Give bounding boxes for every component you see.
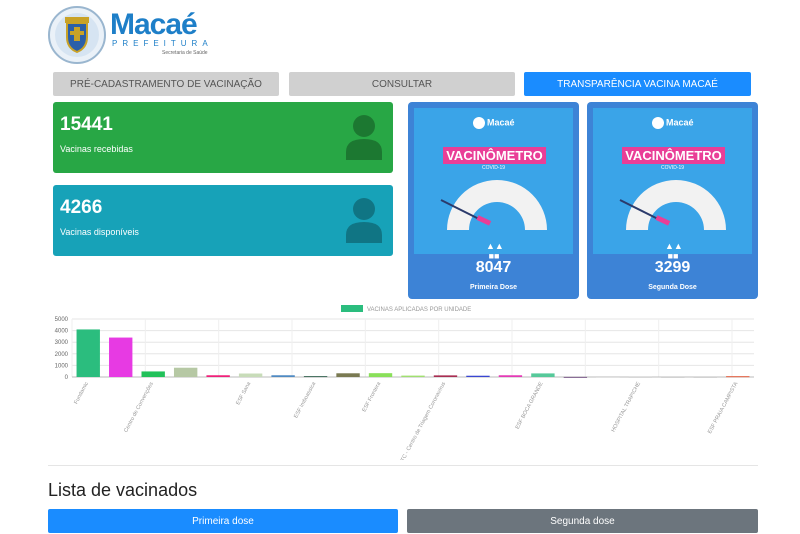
bar <box>433 375 458 377</box>
brand-department: Secretaria de Saúde <box>162 50 208 56</box>
vaccines-available-label: Vacinas disponíveis <box>60 227 139 237</box>
bar <box>498 375 523 377</box>
bar <box>238 373 263 377</box>
vaccinometer-panel: Macaé VACINÔMETRO COVID-19 ▲▲ ■■ <box>593 108 752 261</box>
vaccines-by-unit-chart: VACINAS APLICADAS POR UNIDADE 0 1000 2000 30… <box>55 305 754 460</box>
vaccinated-list-title: Lista de vacinados <box>48 480 198 500</box>
bar <box>628 376 653 378</box>
y-tick-label: 3000 <box>55 340 69 346</box>
x-tick-label: ESF Imboassica <box>293 380 318 419</box>
top-tabs: PRÉ-CADASTRAMENTO DE VACINAÇÃO CONSULTAR… <box>53 72 758 96</box>
x-tick-label: Fundamic <box>73 381 90 405</box>
vaccinometer-subtitle: COVID-19 <box>481 165 506 171</box>
person-icon <box>346 115 382 160</box>
macae-logo: Macaé <box>652 117 694 131</box>
bar <box>109 337 133 377</box>
y-tick-label: 0 <box>65 375 69 381</box>
vaccines-received-value: 15441 <box>60 114 113 135</box>
vaccinometer-panel: Macaé VACINÔMETRO COVID-19 ▲▲ ■■ <box>414 108 573 261</box>
legend-swatch <box>341 305 363 312</box>
bar <box>271 375 295 377</box>
vaccines-available-card: 4266 Vacinas disponíveis <box>53 185 393 256</box>
x-tick-label: HOSPITAL TRAPICHE <box>611 381 643 433</box>
bar <box>76 329 100 377</box>
first-dose-button[interactable]: Primeira dose <box>48 509 398 533</box>
people-icon: ▲▲ ■■ <box>665 241 683 261</box>
y-tick-label: 1000 <box>55 363 69 369</box>
vaccinometer-badge: VACINÔMETRO <box>622 147 725 164</box>
bar <box>693 376 717 378</box>
bar <box>726 376 750 378</box>
second-dose-label: Segunda Dose <box>648 284 697 291</box>
bar <box>336 373 360 377</box>
bar <box>173 367 198 377</box>
vaccinometer-card-second-dose: Macaé VACINÔMETRO COVID-19 ▲▲ ■■ 3299 Seg… <box>587 102 758 299</box>
bar <box>368 373 393 377</box>
first-dose-label: Primeira Dose <box>469 284 518 291</box>
tab-pre-cadastramento[interactable]: PRÉ-CADASTRAMENTO DE VACINAÇÃO <box>53 72 279 96</box>
vaccinometer-badge: VACINÔMETRO <box>443 147 546 164</box>
second-dose-count: 3299 <box>654 259 691 276</box>
bar <box>596 376 620 378</box>
vaccines-received-card: 15441 Vacinas recebidas <box>53 102 393 173</box>
x-tick-label: ESF PRAIA CAMPISTA <box>707 381 740 435</box>
x-tick-label: Centro de Convenções <box>123 381 155 434</box>
tab-consultar[interactable]: CONSULTAR <box>289 72 515 96</box>
legend-label: VACINAS APLICADAS POR UNIDADE <box>367 307 471 313</box>
person-icon <box>346 198 382 243</box>
vaccinometer-card-first-dose: Macaé VACINÔMETRO COVID-19 ▲▲ ■■ 8047 Pri… <box>408 102 579 299</box>
people-icon: ▲▲ ■■ <box>486 241 504 261</box>
x-tick-label: ESF Sana <box>235 380 253 406</box>
x-tick-label: ESF Frontera <box>361 380 382 413</box>
site-header: Macaé PREFEITURA Secretaria de Saúde <box>48 6 218 64</box>
brand-name: Macaé <box>110 8 198 41</box>
bar <box>206 375 230 377</box>
y-tick-label: 4000 <box>55 329 69 335</box>
city-crest-logo <box>48 6 106 64</box>
y-tick-label: 5000 <box>55 317 69 323</box>
bar <box>303 376 328 378</box>
macae-logo: Macaé <box>473 117 515 131</box>
x-tick-label: ESF BOCA GRANDE <box>515 381 545 431</box>
brand-subtitle: PREFEITURA <box>112 39 213 48</box>
y-tick-label: 2000 <box>55 352 69 358</box>
bar <box>563 376 588 378</box>
x-tick-label: CTC - Centro de Triagem Coronavírus <box>398 381 447 460</box>
bar <box>531 373 555 377</box>
bar <box>401 375 425 377</box>
vaccines-received-label: Vacinas recebidas <box>60 144 133 154</box>
gauge-icon <box>440 180 547 230</box>
vaccinometer-subtitle: COVID-19 <box>660 165 685 171</box>
first-dose-count: 8047 <box>475 259 512 276</box>
vaccines-available-value: 4266 <box>60 197 103 218</box>
bar <box>661 376 685 378</box>
divider <box>48 465 758 466</box>
second-dose-button[interactable]: Segunda dose <box>407 509 758 533</box>
bar <box>466 375 490 377</box>
gauge-icon <box>619 180 726 230</box>
tab-transparencia[interactable]: TRANSPARÊNCIA VACINA MACAÉ <box>524 72 751 96</box>
bar <box>141 371 165 377</box>
